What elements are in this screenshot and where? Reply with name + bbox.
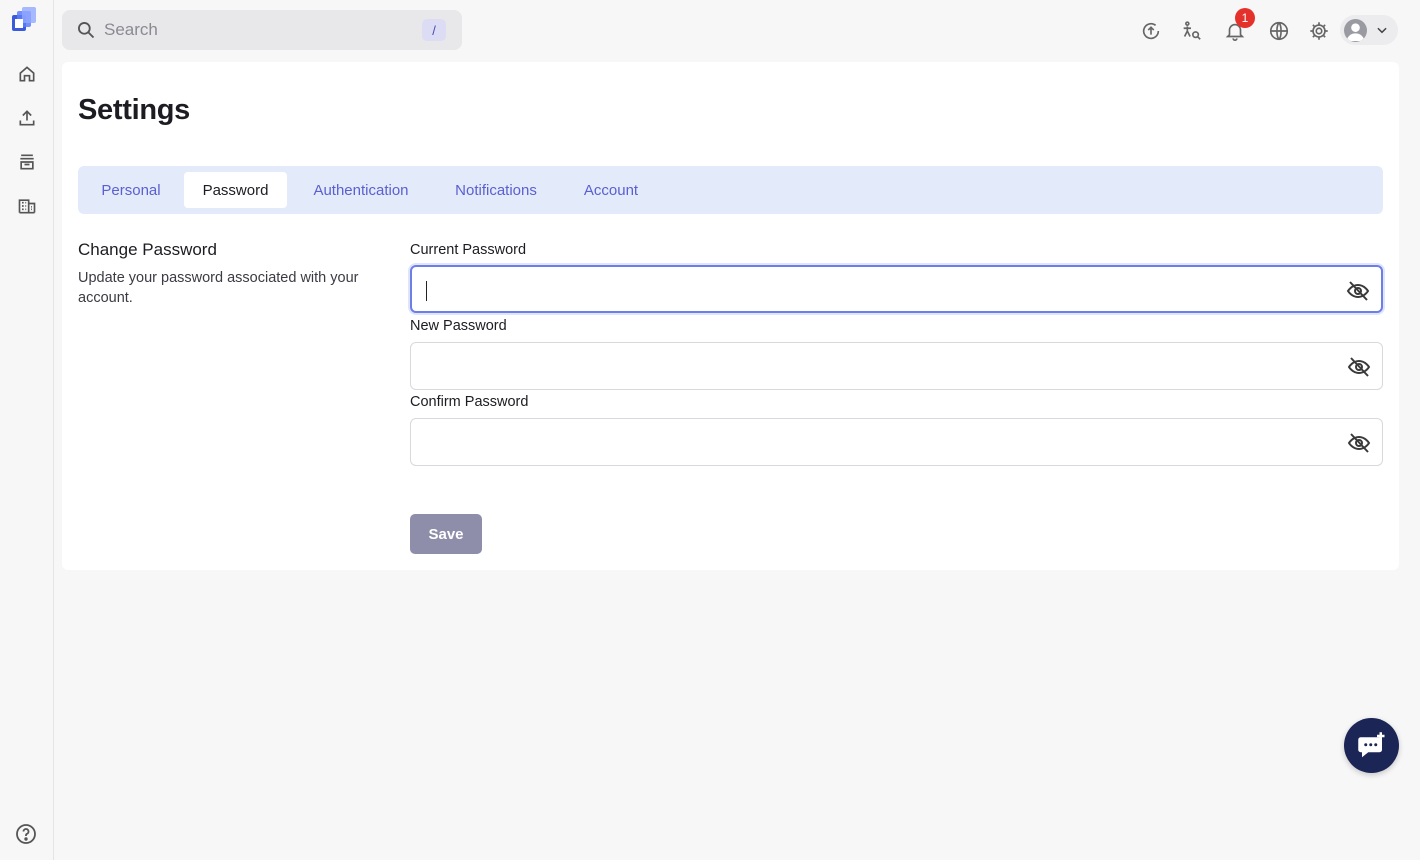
upload-icon[interactable]	[13, 104, 41, 132]
gear-icon[interactable]	[1304, 16, 1334, 46]
search-bar[interactable]: Search /	[62, 10, 462, 50]
tab-account[interactable]: Account	[568, 172, 654, 208]
globe-icon[interactable]	[1264, 16, 1294, 46]
chat-icon	[1357, 731, 1384, 757]
translate-icon[interactable]	[1176, 16, 1206, 46]
upload-circle-icon[interactable]	[1136, 16, 1166, 46]
eye-off-icon[interactable]	[1345, 279, 1371, 303]
confirm-password-label: Confirm Password	[410, 394, 529, 410]
user-menu[interactable]	[1340, 15, 1398, 45]
archive-icon[interactable]	[13, 148, 41, 176]
settings-tabs: Personal Password Authentication Notific…	[78, 166, 1383, 214]
notification-badge: 1	[1235, 8, 1255, 28]
eye-off-icon[interactable]	[1346, 355, 1372, 379]
section-title: Change Password	[78, 240, 217, 259]
confirm-password-input[interactable]	[425, 419, 1325, 465]
app-logo[interactable]	[8, 6, 40, 38]
search-placeholder: Search	[104, 20, 158, 39]
home-icon[interactable]	[13, 60, 41, 88]
new-password-input[interactable]	[425, 343, 1325, 389]
save-button[interactable]: Save	[410, 514, 482, 554]
new-password-field	[410, 342, 1383, 390]
tab-authentication[interactable]: Authentication	[298, 172, 424, 208]
page-title: Settings	[78, 94, 190, 126]
search-shortcut: /	[422, 19, 446, 41]
building-icon[interactable]	[13, 192, 41, 220]
current-password-label: Current Password	[410, 242, 527, 258]
search-icon	[78, 22, 95, 39]
tab-personal[interactable]: Personal	[84, 172, 178, 208]
chat-button[interactable]	[1344, 718, 1399, 773]
settings-card: Settings Personal Password Authenticatio…	[62, 62, 1399, 570]
confirm-password-field	[410, 418, 1383, 466]
text-caret	[426, 281, 427, 301]
current-password-field	[410, 265, 1383, 313]
eye-off-icon[interactable]	[1346, 431, 1372, 455]
new-password-label: New Password	[410, 318, 507, 334]
current-password-input[interactable]	[426, 267, 1326, 311]
tab-notifications[interactable]: Notifications	[440, 172, 552, 208]
avatar	[1344, 18, 1367, 42]
tab-password[interactable]: Password	[184, 172, 287, 208]
section-description: Update your password associated with you…	[78, 270, 359, 306]
chevron-down-icon	[1377, 27, 1387, 34]
sidebar	[0, 0, 54, 860]
help-icon[interactable]	[14, 822, 38, 846]
